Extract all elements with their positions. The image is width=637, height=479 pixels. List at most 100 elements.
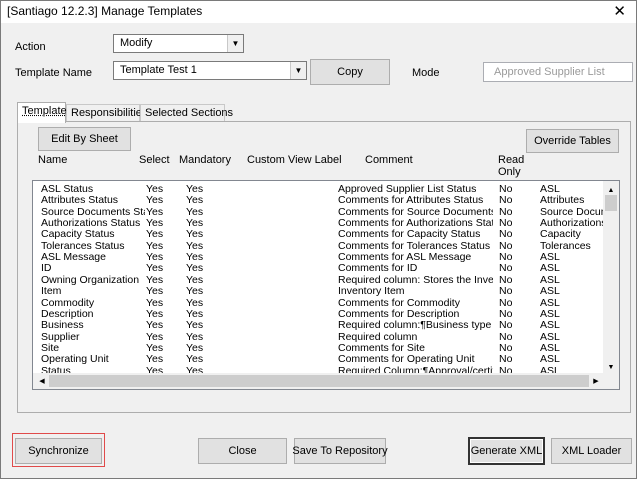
chevron-down-icon[interactable]: ▼ [227,35,243,52]
table-cell: Yes [186,342,204,354]
table-cell: Yes [146,286,164,298]
table-cell: Supplier [41,331,80,343]
table-cell: Yes [146,320,164,332]
tab-template[interactable]: Template [17,102,67,123]
mode-field: Approved Supplier List [483,62,633,82]
copy-button[interactable]: Copy [310,59,390,85]
column-header-read-only: Read Only [498,154,525,178]
table-row[interactable]: Commodity Yes Yes Comments for Commodity No A… [33,298,605,309]
table-cell: Comments for Commodity [338,297,460,309]
column-header-mandatory: Mandatory [179,154,231,166]
template-grid[interactable]: ASL Status Yes Yes Approved Supplier List S… [32,180,620,390]
table-cell: Yes [186,252,204,264]
table-cell: No [499,297,513,309]
table-cell: Yes [186,308,204,320]
close-button[interactable]: Close [198,438,287,464]
table-row[interactable]: ID Yes Yes Comments for ID No ASL [33,263,605,274]
table-cell: Yes [146,331,164,343]
template-name-dropdown[interactable]: Template Test 1 ▼ [113,61,307,80]
table-cell: Yes [146,206,164,218]
template-name-value: Template Test 1 [120,64,197,76]
table-cell: Yes [186,286,204,298]
table-cell: No [499,184,513,195]
table-cell: Yes [146,195,164,207]
table-cell: Yes [186,195,204,207]
grid-rows: ASL Status Yes Yes Approved Supplier List S… [33,181,605,374]
table-cell: No [499,240,513,252]
table-cell: Comments for Site [338,342,425,354]
table-cell: Authorizations [540,218,605,230]
table-cell: Commodity [41,297,95,309]
table-cell: ASL [540,297,560,309]
table-cell: No [499,331,513,343]
table-cell: ASL Message [41,252,106,264]
table-cell: Yes [186,331,204,343]
table-row[interactable]: Attributes Status Yes Yes Comments for Attr… [33,195,605,206]
table-cell: Business [41,320,84,332]
override-tables-button[interactable]: Override Tables [526,129,619,153]
horizontal-scrollbar[interactable]: ◀ ▶ [33,373,619,389]
table-row[interactable]: Description Yes Yes Comments for Descriptio… [33,309,605,320]
table-cell: ASL [540,263,560,275]
table-cell: ASL [540,354,560,366]
table-cell: Approved Supplier List Status [338,184,477,195]
chevron-down-icon[interactable]: ▼ [290,62,306,79]
table-cell: Yes [146,297,164,309]
table-row[interactable]: Source Documents Stat Yes Yes Comments for … [33,207,605,218]
table-cell: Required column:¶Business type of D [338,320,493,332]
table-cell: Yes [146,218,164,230]
title-bar: [Santiago 12.2.3] Manage Templates ✕ [1,1,636,23]
xml-loader-button[interactable]: XML Loader [551,438,632,464]
generate-xml-button[interactable]: Generate XML [468,437,545,465]
table-cell: ASL Status [41,184,94,195]
table-cell: No [499,195,513,207]
table-row[interactable]: Capacity Status Yes Yes Comments for Capaci… [33,229,605,240]
table-row[interactable]: Tolerances Status Yes Yes Comments for Tole… [33,241,605,252]
table-cell: No [499,354,513,366]
save-to-repository-button[interactable]: Save To Repository [292,438,388,464]
arrow-down-icon[interactable]: ▼ [603,360,619,374]
close-icon[interactable]: ✕ [613,2,626,20]
table-cell: ASL [540,286,560,298]
table-cell: Yes [146,342,164,354]
horizontal-scroll-thumb[interactable] [49,375,589,387]
table-row[interactable]: Operating Unit Yes Yes Comments for Operati… [33,354,605,365]
table-row[interactable]: ASL Message Yes Yes Comments for ASL Messag… [33,252,605,263]
table-cell: No [499,286,513,298]
table-cell: Yes [146,274,164,286]
tab-label: Template [22,105,67,117]
table-row[interactable]: Supplier Yes Yes Required column No ASL [33,332,605,343]
table-row[interactable]: Item Yes Yes Inventory Item No ASL [33,286,605,297]
table-cell: Yes [186,274,204,286]
table-cell: Attributes [540,195,585,207]
table-cell: Inventory Item [338,286,405,298]
tab-responsibilities[interactable]: Responsibilities [66,104,147,122]
table-cell: Attributes Status [41,195,119,207]
table-cell: ASL [540,274,560,286]
vertical-scrollbar[interactable]: ▲ ▼ [603,181,619,374]
edit-by-sheet-button[interactable]: Edit By Sheet [38,127,131,151]
table-cell: ASL [540,308,560,320]
table-cell: ID [41,263,52,275]
table-cell: No [499,206,513,218]
vertical-scroll-thumb[interactable] [605,195,617,211]
tab-selected-sections[interactable]: Selected Sections [140,104,233,122]
table-row[interactable]: Owning Organization Yes Yes Required column… [33,275,605,286]
table-cell: Yes [186,229,204,241]
action-dropdown[interactable]: Modify ▼ [113,34,244,53]
synchronize-button[interactable]: Synchronize [15,438,102,464]
mode-label: Mode [412,67,440,79]
tab-label: Responsibilities [71,107,148,119]
table-cell: Yes [146,263,164,275]
table-row[interactable]: ASL Status Yes Yes Approved Supplier List S… [33,184,605,195]
table-row[interactable]: Site Yes Yes Comments for Site No ASL [33,343,605,354]
arrow-right-icon[interactable]: ▶ [589,373,603,389]
table-cell: No [499,274,513,286]
table-cell: Comments for Attributes Status [338,195,484,207]
table-row[interactable]: Business Yes Yes Required column:¶Business … [33,320,605,331]
table-cell: Authorizations Status [41,218,141,230]
arrow-left-icon[interactable]: ◀ [35,373,49,389]
table-cell: Yes [146,354,164,366]
table-cell: No [499,252,513,264]
table-row[interactable]: Authorizations Status Yes Yes Comments for … [33,218,605,229]
